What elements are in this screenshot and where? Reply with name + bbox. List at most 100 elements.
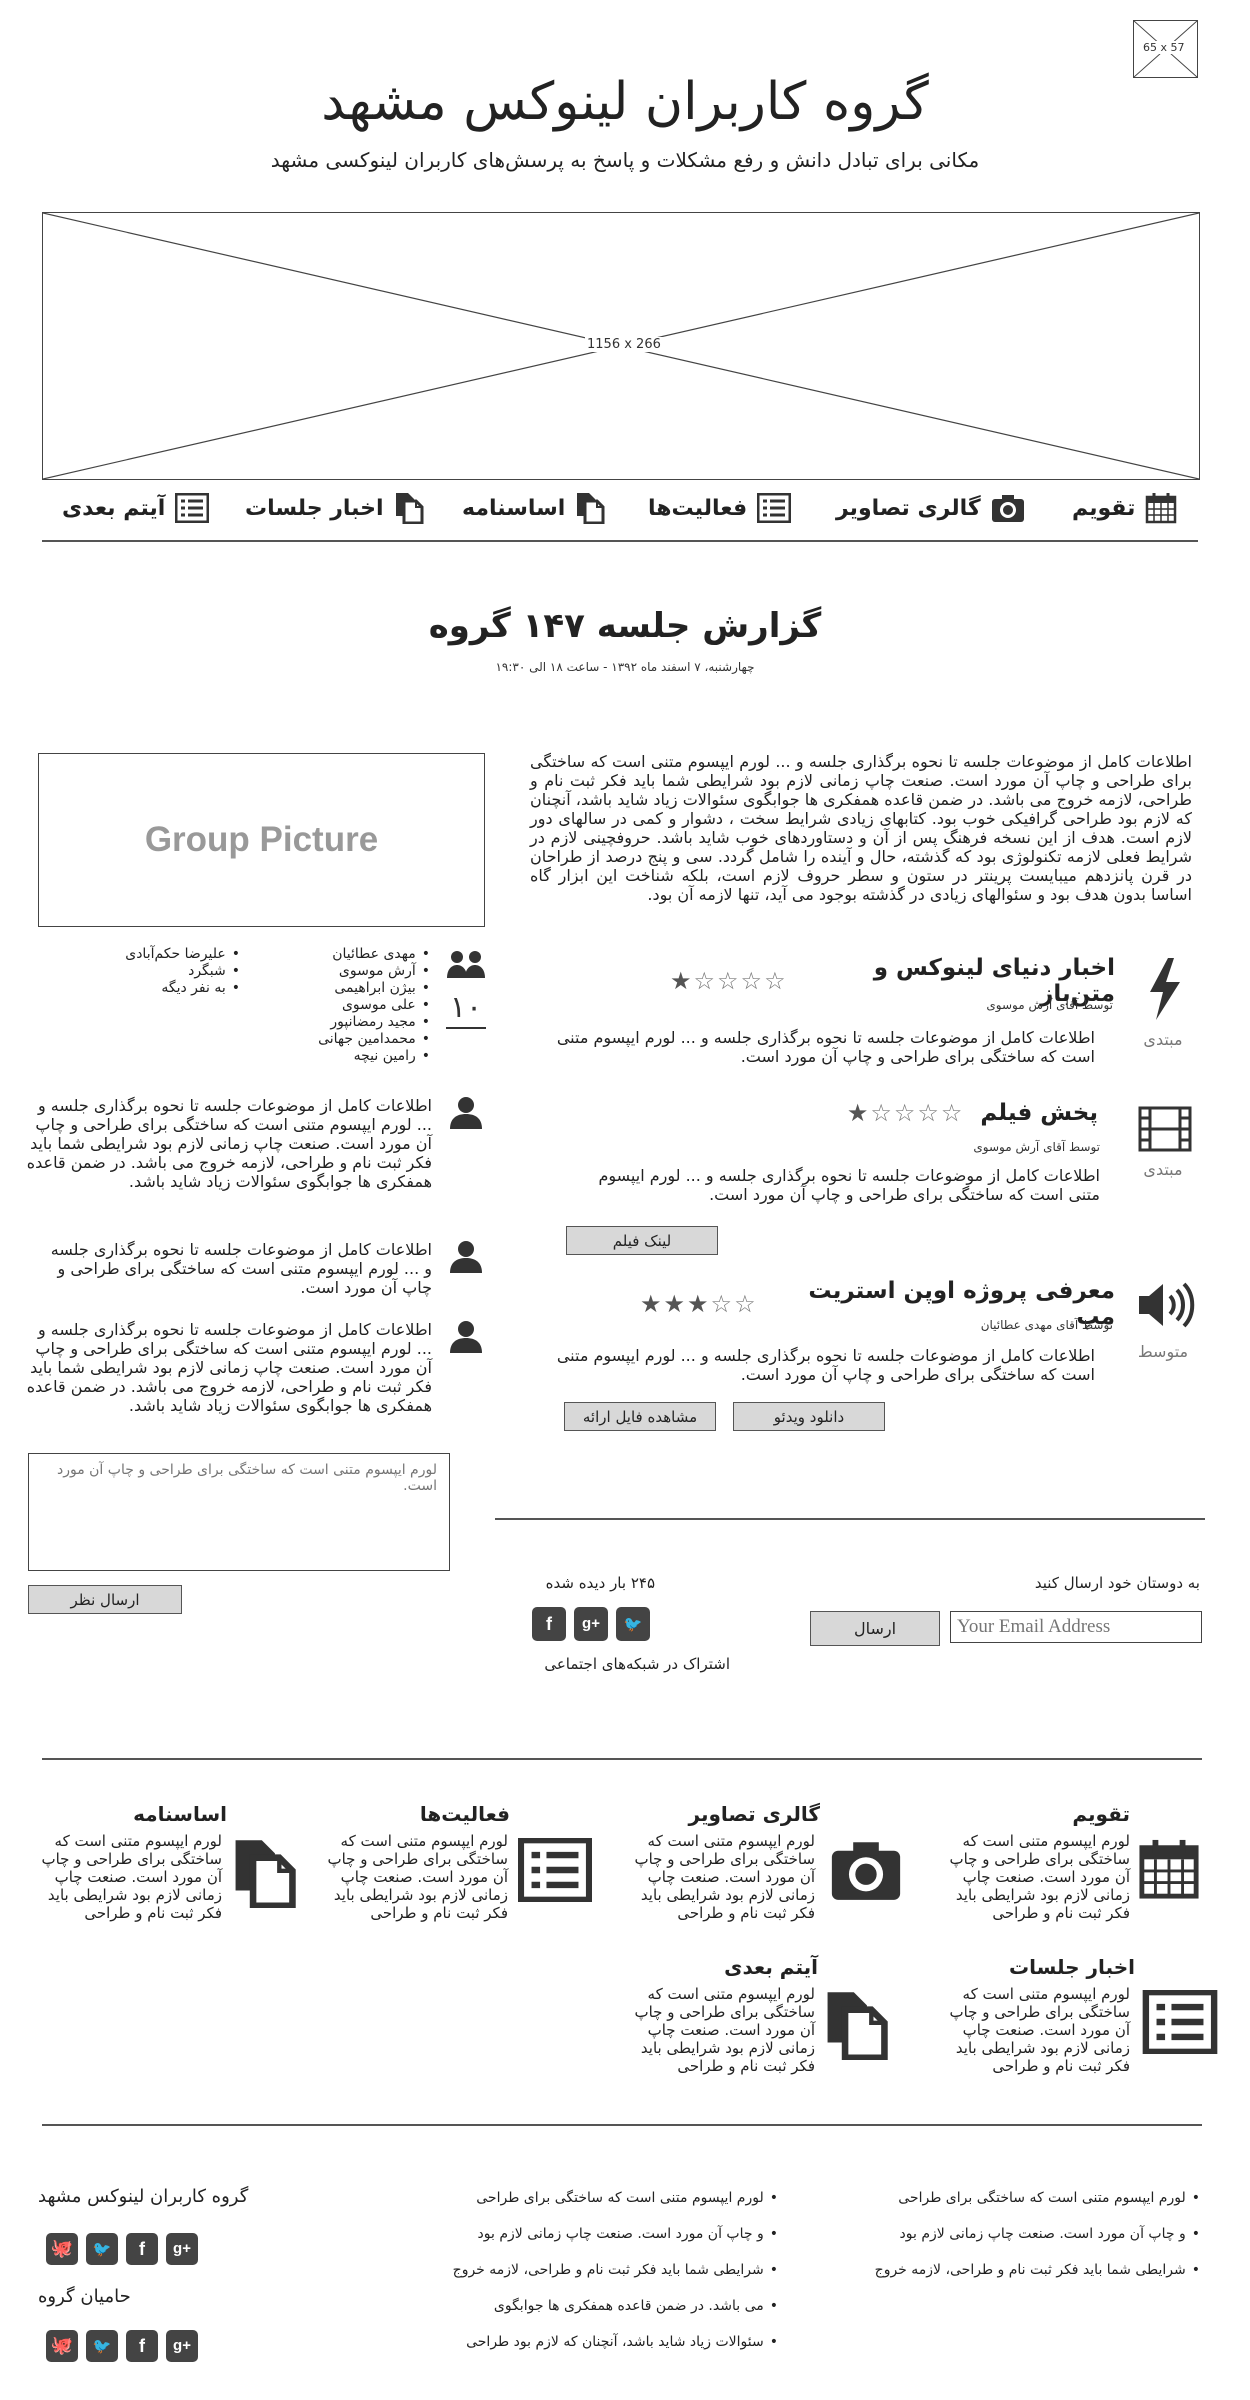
footer-link[interactable]: سئوالات زیاد شاید باشد، آنچنان که لازم ب… <box>420 2324 778 2360</box>
talk-title: پخش فیلم <box>980 1100 1098 1126</box>
feature-title: فعالیت‌ها <box>419 1802 510 1826</box>
footer-link[interactable]: لورم ایپسوم متنی است که ساختگی برای طراح… <box>830 2180 1200 2216</box>
twitter-icon[interactable]: 🐦 <box>86 2330 118 2362</box>
documents-icon <box>827 1992 888 2060</box>
star-empty-icon: ☆ <box>693 967 716 995</box>
github-icon[interactable]: 🐙 <box>46 2233 78 2265</box>
rating-stars: ★ ☆ ☆ ☆ ☆ <box>847 1101 963 1125</box>
view-count: ۲۴۵ بار دیده شده <box>545 1574 655 1592</box>
email-input[interactable] <box>950 1611 1202 1643</box>
footer-link[interactable]: می باشد. در ضمن قاعده همفکری ها جوابگوی <box>420 2288 778 2324</box>
nav-item-gallery[interactable]: گالری تصاویر <box>836 488 1025 528</box>
documents-icon <box>577 493 605 524</box>
facebook-icon[interactable]: f <box>126 2330 158 2362</box>
report-title: گزارش جلسه ۱۴۷ گروه <box>428 606 822 646</box>
user-icon <box>449 1240 483 1278</box>
talk-description: اطلاعات کامل از موضوعات جلسه تا نحوه برگ… <box>598 1166 1100 1204</box>
nav-label-calendar: تقویم <box>1072 495 1136 521</box>
google-plus-icon[interactable]: g+ <box>166 2233 198 2265</box>
footer-link[interactable]: و چاپ آن مورد است. صنعت چاپ زمانی لازم ب… <box>420 2216 778 2252</box>
sponsor-icons: 🐙 🐦 f g+ <box>46 2330 198 2362</box>
feature-title: اخبار جلسات <box>1009 1955 1135 1979</box>
talk-header: پخش فیلم ★ ☆ ☆ ☆ ☆ <box>670 1100 1098 1126</box>
star-empty-icon: ☆ <box>740 967 763 995</box>
calendar-icon <box>1146 493 1177 524</box>
nav-item-charter[interactable]: اساسنامه <box>462 488 605 528</box>
social-icons: f g+ 🐦 <box>532 1607 650 1641</box>
report-intro: اطلاعات کامل از موضوعات جلسه تا نحوه برگ… <box>530 752 1192 904</box>
nav-label-charter: اساسنامه <box>462 495 566 521</box>
list-icon <box>1142 1990 1218 2054</box>
google-plus-icon[interactable]: g+ <box>574 1607 608 1641</box>
footer-link[interactable]: و چاپ آن مورد است. صنعت چاپ زمانی لازم ب… <box>830 2216 1200 2252</box>
send-email-button[interactable]: ارسال <box>810 1611 940 1646</box>
footer-link[interactable]: شرایطی شما باید فکر ثبت نام و طراحی، لاز… <box>420 2252 778 2288</box>
list-icon <box>757 493 792 523</box>
google-plus-icon[interactable]: g+ <box>166 2330 198 2362</box>
star-empty-icon: ☆ <box>940 1099 963 1127</box>
camera-icon <box>831 1842 901 1900</box>
documents-icon <box>235 1840 296 1908</box>
feature-text: لورم ایپسوم متنی است که ساختگی برای طراح… <box>634 1985 815 2075</box>
attendee: مجید رمضانپور <box>270 1014 430 1031</box>
attendees-list-1: مهدی عطائیان آرش موسوی بیژن ابراهیمی علی… <box>270 946 430 1065</box>
film-link-button[interactable]: لینک فیلم <box>566 1226 718 1255</box>
view-slides-button[interactable]: مشاهده فایل ارائه <box>564 1402 716 1431</box>
talk-level: مبتدی <box>1143 1160 1183 1179</box>
attendee: علیرضا حکم‌آبادی <box>80 946 240 963</box>
feature-title: اساسنامه <box>133 1802 227 1826</box>
star-empty-icon: ☆ <box>764 967 786 995</box>
footer-link[interactable]: لورم ایپسوم متنی است که ساختگی برای طراح… <box>420 2180 778 2216</box>
nav-label-next: آیتم بعدی <box>62 495 166 521</box>
user-icon <box>449 1320 483 1358</box>
nav-item-activities[interactable]: فعالیت‌ها <box>648 488 792 528</box>
comment-input[interactable] <box>28 1453 450 1571</box>
feature-text: لورم ایپسوم متنی است که ساختگی برای طراح… <box>327 1832 508 1922</box>
attendees-icon <box>447 950 485 984</box>
site-title: گروه کاربران لینوکس مشهد <box>321 72 929 132</box>
group-picture: Group Picture <box>38 753 485 927</box>
nav-item-calendar[interactable]: تقویم <box>1072 488 1177 528</box>
facebook-icon[interactable]: f <box>532 1607 566 1641</box>
attendee: شبگرد <box>80 963 240 980</box>
nav-item-next[interactable]: آیتم بعدی <box>62 488 210 528</box>
attendee: رامین نیچه <box>270 1048 430 1065</box>
github-icon[interactable]: 🐙 <box>46 2330 78 2362</box>
attendees-list-2: علیرضا حکم‌آبادی شبگرد به نفر دیگه <box>80 946 240 997</box>
comment-text: اطلاعات کامل از موضوعات جلسه تا نحوه برگ… <box>26 1096 432 1191</box>
nav-label-gallery: گالری تصاویر <box>836 495 981 521</box>
calendar-icon <box>1139 1839 1199 1899</box>
film-icon <box>1138 1106 1192 1156</box>
star-empty-icon: ☆ <box>893 1099 916 1127</box>
star-empty-icon: ☆ <box>917 1099 939 1127</box>
comment-text: اطلاعات کامل از موضوعات جلسه تا نحوه برگ… <box>50 1240 432 1297</box>
download-video-button[interactable]: دانلود ویدئو <box>733 1402 885 1431</box>
talk-description: اطلاعات کامل از موضوعات جلسه تا نحوه برگ… <box>556 1028 1095 1066</box>
twitter-icon[interactable]: 🐦 <box>86 2233 118 2265</box>
lightning-icon <box>1148 958 1182 1024</box>
star-filled-icon: ★ <box>640 1290 662 1318</box>
group-picture-label: Group Picture <box>144 820 379 859</box>
send-to-friends-label: به دوستان خود ارسال کنید <box>1034 1574 1200 1592</box>
nav-label-news: اخبار جلسات <box>245 495 384 521</box>
talk-level: مبتدی <box>1143 1030 1183 1049</box>
footer-link[interactable]: شرایطی شما باید فکر ثبت نام و طراحی، لاز… <box>830 2252 1200 2288</box>
share-divider <box>495 1518 1205 1520</box>
nav-label-activities: فعالیت‌ها <box>648 495 748 521</box>
submit-comment-button[interactable]: ارسال نظر <box>28 1585 182 1614</box>
banner-placeholder-label: 1156 x 266 <box>585 337 663 352</box>
footer-list-2: لورم ایپسوم متنی است که ساختگی برای طراح… <box>420 2180 778 2360</box>
speaker-icon <box>1137 1280 1197 1334</box>
attendee: به نفر دیگه <box>80 980 240 997</box>
talk-level: متوسط <box>1137 1342 1189 1361</box>
attendee: مهدی عطائیان <box>270 946 430 963</box>
facebook-icon[interactable]: f <box>126 2233 158 2265</box>
feature-text: لورم ایپسوم متنی است که ساختگی برای طراح… <box>949 1832 1130 1922</box>
twitter-icon[interactable]: 🐦 <box>616 1607 650 1641</box>
social-share-label: اشتراک در شبکه‌های اجتماعی <box>544 1655 730 1673</box>
feature-text: لورم ایپسوم متنی است که ساختگی برای طراح… <box>41 1832 222 1922</box>
nav-item-news[interactable]: اخبار جلسات <box>245 488 424 528</box>
attendees-count: ۱۰ <box>446 990 486 1029</box>
talk-description: اطلاعات کامل از موضوعات جلسه تا نحوه برگ… <box>556 1346 1095 1384</box>
list-icon <box>518 1838 592 1902</box>
